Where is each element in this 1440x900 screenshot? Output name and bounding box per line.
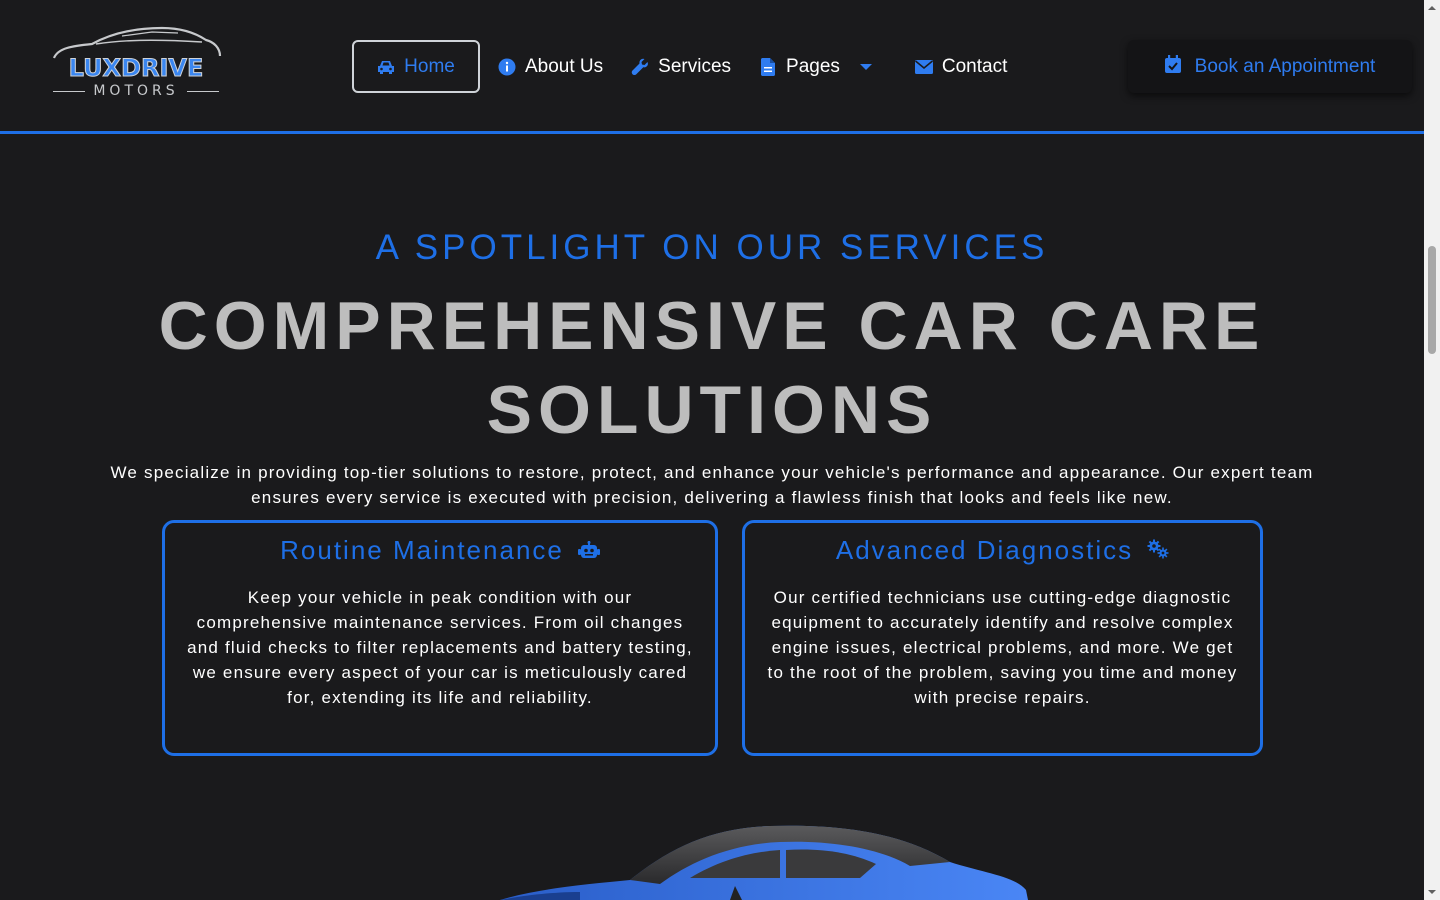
page-scrollbar[interactable]: [1424, 0, 1440, 900]
brand-logo[interactable]: LUXDRIVE MOTORS: [52, 26, 222, 100]
car-icon: [377, 58, 395, 76]
nav-label-pages: Pages: [786, 55, 840, 77]
service-card-routine-maintenance: Routine Maintenance Keep your vehicle in…: [162, 520, 718, 756]
nav-label-about: About Us: [525, 55, 604, 77]
brand-sub-label: MOTORS: [93, 83, 179, 99]
nav-item-contact[interactable]: Contact: [901, 40, 1021, 93]
wrench-icon: [631, 58, 649, 76]
envelope-icon: [914, 58, 933, 76]
nav-label-contact: Contact: [941, 55, 1008, 77]
scrollbar-thumb[interactable]: [1428, 246, 1436, 354]
file-icon: [759, 57, 777, 76]
service-card-title: Routine Maintenance: [280, 534, 564, 565]
nav-item-pages[interactable]: Pages: [745, 40, 889, 93]
nav-item-home[interactable]: Home: [352, 40, 480, 93]
service-card-advanced-diagnostics: Advanced Diagnostics Our certified techn…: [742, 520, 1263, 756]
service-card-text: Our certified technicians use cutting-ed…: [767, 588, 1238, 707]
site-header: LUXDRIVE MOTORS Home About Us Services P…: [0, 0, 1424, 134]
scroll-down-arrow-icon[interactable]: [1424, 884, 1440, 900]
brand-sub: MOTORS: [52, 82, 220, 100]
gears-icon: [1147, 535, 1169, 566]
scroll-up-arrow-icon[interactable]: [1424, 0, 1440, 16]
service-card-title: Advanced Diagnostics: [835, 534, 1134, 565]
book-appointment-label: Book an Appointment: [1194, 55, 1376, 77]
service-card-text: Keep your vehicle in peak condition with…: [187, 588, 693, 707]
chevron-down-icon: [857, 58, 875, 76]
brand-name: LUXDRIVE: [68, 54, 204, 83]
service-card-header: Advanced Diagnostics: [763, 533, 1242, 567]
main-nav: Home About Us Services Pages Contact: [352, 40, 1021, 93]
service-card-header: Routine Maintenance: [183, 533, 697, 567]
page: LUXDRIVE MOTORS Home About Us Services P…: [0, 0, 1424, 900]
info-icon: [498, 58, 516, 76]
nav-label-services: Services: [658, 55, 732, 77]
car-image: [500, 825, 1028, 900]
nav-item-services[interactable]: Services: [617, 40, 745, 93]
robot-icon: [577, 535, 600, 566]
calendar-check-icon: [1164, 54, 1181, 79]
page-title: COMPREHENSIVE CAR CARE SOLUTIONS: [158, 288, 1266, 448]
nav-item-about[interactable]: About Us: [484, 40, 617, 93]
nav-label-home: Home: [404, 55, 455, 77]
section-lead: We specialize in providing top-tier solu…: [110, 463, 1314, 507]
book-appointment-button[interactable]: Book an Appointment: [1128, 40, 1412, 93]
section-eyebrow: A SPOTLIGHT ON OUR SERVICES: [375, 228, 1049, 267]
